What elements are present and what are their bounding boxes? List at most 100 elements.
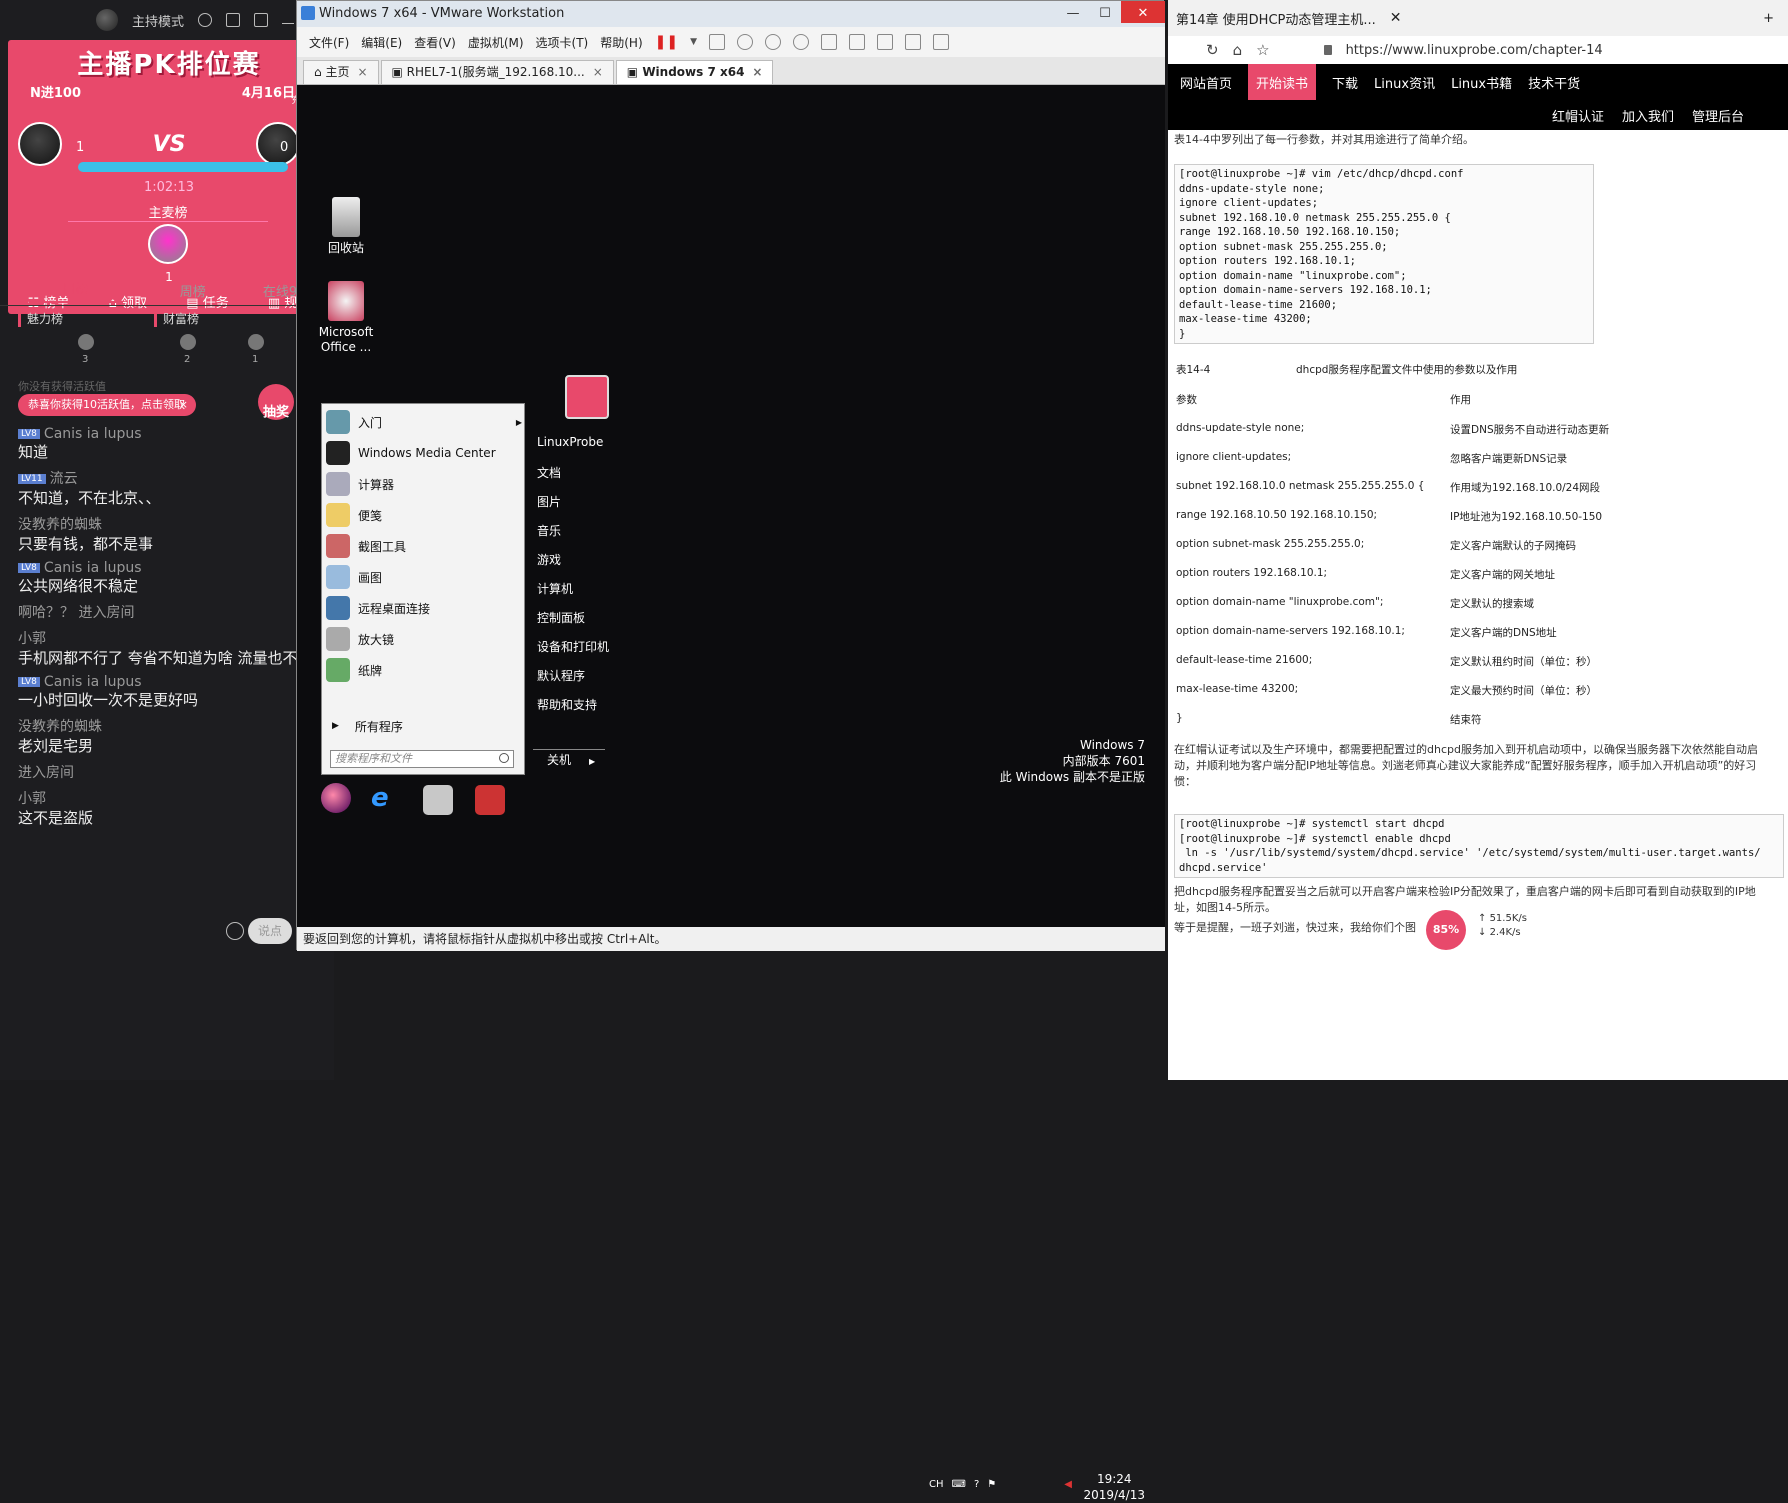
start-link-documents[interactable]: 文档	[537, 464, 561, 481]
chat-username[interactable]: LV8 Canis ia lupus	[18, 426, 328, 442]
start-link-music[interactable]: 音乐	[537, 522, 561, 539]
home-icon[interactable]: ⌂	[1233, 41, 1243, 59]
dropdown-icon[interactable]: ▼	[690, 37, 697, 47]
nav-admin[interactable]: 管理后台	[1692, 106, 1744, 125]
nav-linux-news[interactable]: Linux资讯	[1374, 73, 1435, 92]
start-link-default-programs[interactable]: 默认程序	[537, 667, 585, 684]
start-item-magnifier[interactable]: 放大镜	[326, 625, 522, 653]
minimize-icon[interactable]	[282, 16, 294, 24]
url-input[interactable]: https://www.linuxprobe.com/chapter-14	[1346, 43, 1603, 58]
menu-help[interactable]: 帮助(H)	[600, 34, 642, 51]
chat-username[interactable]: 没教养的蜘蛛	[18, 716, 328, 736]
help-icon[interactable]: ?	[974, 1479, 979, 1490]
host-mode-label[interactable]: 主持模式	[132, 11, 184, 30]
external-icon[interactable]	[226, 13, 240, 27]
emoji-icon[interactable]	[226, 922, 244, 940]
settings-icon[interactable]	[198, 13, 212, 27]
nav-redhat-cert[interactable]: 红帽认证	[1552, 106, 1604, 125]
tab-win7[interactable]: ▣ Windows 7 x64 ×	[615, 60, 774, 84]
charm-rank-label[interactable]: 魅力榜	[18, 310, 63, 327]
lottery-button[interactable]: 抽奖	[258, 384, 294, 420]
close-icon[interactable]: ×	[357, 65, 367, 79]
guest-screen[interactable]: 回收站 Microsoft Office ... 入门 ▶ Windows Medi…	[297, 85, 1165, 1502]
chat-input[interactable]: 说点	[248, 918, 292, 944]
start-button-icon[interactable]	[321, 783, 351, 813]
start-item-snipping-tool[interactable]: 截图工具	[326, 532, 522, 560]
start-link-help-support[interactable]: 帮助和支持	[537, 696, 597, 713]
rank-avatar[interactable]	[248, 334, 264, 350]
wealth-rank-label[interactable]: 财富榜	[154, 310, 199, 327]
send-keys-icon[interactable]	[709, 34, 726, 50]
chat-username[interactable]: 小郭	[18, 628, 328, 648]
close-icon[interactable]: ×	[752, 65, 762, 79]
menu-tabs[interactable]: 选项卡(T)	[536, 34, 589, 51]
language-indicator[interactable]: CH	[929, 1479, 944, 1490]
start-item-sticky-notes[interactable]: 便笺	[326, 501, 522, 529]
explorer-icon[interactable]	[423, 785, 453, 815]
nav-download[interactable]: 下载	[1332, 73, 1358, 92]
bookmark-star-icon[interactable]: ☆	[1256, 41, 1269, 59]
reward-notice[interactable]: 恭喜你获得10活跃值，点击领取 ×	[18, 394, 196, 416]
user-picture[interactable]	[565, 375, 609, 419]
arrow-right-icon[interactable]: ▶	[589, 757, 595, 766]
library-icon[interactable]	[821, 34, 838, 50]
shutdown-button[interactable]: 关机 ▶	[533, 749, 605, 769]
start-item-getting-started[interactable]: 入门 ▶	[326, 408, 522, 436]
start-item-solitaire[interactable]: 纸牌	[326, 656, 522, 684]
office-shortcut[interactable]: Microsoft Office ...	[311, 281, 381, 355]
maximize-button[interactable]: ☐	[1089, 1, 1121, 23]
ie-icon[interactable]: e	[371, 783, 401, 813]
menu-view[interactable]: 查看(V)	[414, 34, 456, 51]
start-item-media-center[interactable]: Windows Media Center	[326, 439, 522, 467]
chat-username[interactable]: 啊哈？？ 进入房间	[18, 602, 328, 622]
start-link-games[interactable]: 游戏	[537, 551, 561, 568]
menu-file[interactable]: 文件(F)	[309, 34, 349, 51]
start-link-devices-printers[interactable]: 设备和打印机	[537, 638, 609, 655]
menu-edit[interactable]: 编辑(E)	[361, 34, 402, 51]
tab-daily[interactable]: 日榜	[28, 278, 123, 303]
snapshot-manager-icon[interactable]	[793, 34, 810, 50]
minimize-button[interactable]: —	[1057, 1, 1089, 23]
chat-username[interactable]: 进入房间	[18, 762, 328, 782]
all-programs[interactable]: ▶ 所有程序	[326, 712, 522, 740]
reload-icon[interactable]: ↻	[1206, 41, 1219, 59]
nav-tech[interactable]: 技术干货	[1528, 73, 1580, 92]
tab-rhel[interactable]: ▣ RHEL7-1(服务端_192.168.10... ×	[380, 60, 614, 84]
tab-weekly[interactable]: 周榜	[180, 281, 206, 300]
start-link-control-panel[interactable]: 控制面板	[537, 609, 585, 626]
chat-username[interactable]: LV11 流云	[18, 468, 328, 488]
rank-avatar[interactable]	[78, 334, 94, 350]
close-button[interactable]: ✕	[1121, 1, 1165, 23]
start-link-pictures[interactable]: 图片	[537, 493, 561, 510]
console-icon[interactable]	[933, 34, 950, 50]
media-player-icon[interactable]	[475, 785, 505, 815]
clock[interactable]: 19:24 2019/4/13	[1083, 1471, 1145, 1503]
revert-snapshot-icon[interactable]	[765, 34, 782, 50]
flag-icon[interactable]: ⚑	[987, 1479, 996, 1490]
tab-home[interactable]: ⌂ 主页 ×	[303, 60, 379, 84]
start-item-remote-desktop[interactable]: 远程桌面连接	[326, 594, 522, 622]
snapshot-icon[interactable]	[737, 34, 754, 50]
close-tab-icon[interactable]: ✕	[1390, 10, 1402, 26]
pin-icon[interactable]	[254, 13, 268, 27]
normal-view-icon[interactable]	[849, 34, 866, 50]
volume-muted-icon[interactable]: ◀	[1064, 1479, 1072, 1490]
start-item-calculator[interactable]: 计算器	[326, 470, 522, 498]
menu-vm[interactable]: 虚拟机(M)	[468, 34, 524, 51]
unity-icon[interactable]	[905, 34, 922, 50]
nav-join-us[interactable]: 加入我们	[1622, 106, 1674, 125]
new-tab-icon[interactable]: +	[1763, 11, 1774, 26]
close-icon[interactable]: ×	[179, 394, 188, 416]
cpu-usage-badge[interactable]: 85%	[1426, 910, 1466, 950]
host-avatar[interactable]	[95, 9, 118, 31]
nav-linux-books[interactable]: Linux书籍	[1451, 73, 1512, 92]
browser-tab-title[interactable]: 第14章 使用DHCP动态管理主机...	[1176, 9, 1376, 28]
chat-username[interactable]: LV8 Canis ia lupus	[18, 560, 328, 576]
start-link-user-folder[interactable]: LinuxProbe	[537, 435, 603, 449]
nav-home[interactable]: 网站首页	[1180, 73, 1232, 92]
top-fan-avatar[interactable]	[148, 224, 188, 264]
chat-username[interactable]: LV8 Canis ia lupus	[18, 674, 328, 690]
close-icon[interactable]: ×	[593, 65, 603, 79]
start-search-input[interactable]: 搜索程序和文件	[330, 750, 514, 768]
rank-avatar[interactable]	[180, 334, 196, 350]
